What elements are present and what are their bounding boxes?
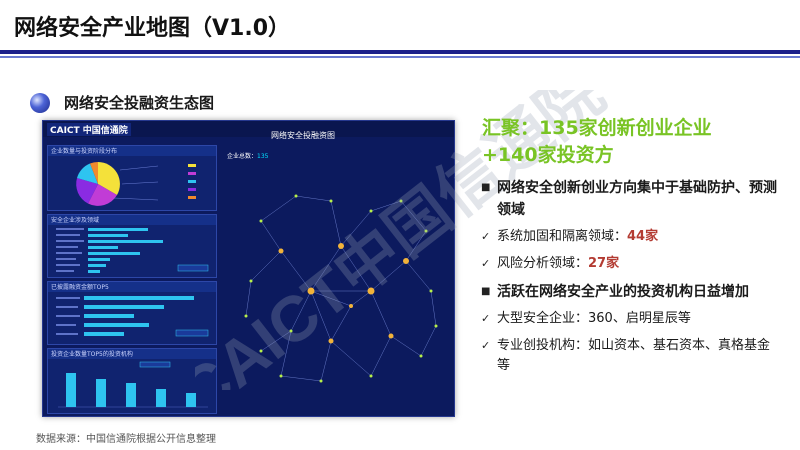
title-rule bbox=[0, 50, 800, 54]
check-icon: ✓ bbox=[481, 312, 491, 325]
network-graph bbox=[244, 194, 438, 383]
company-count-value: 135 bbox=[257, 153, 269, 160]
check-icon: ✓ bbox=[481, 257, 491, 270]
panel-title: 安全企业涉及领域 bbox=[48, 215, 216, 225]
summary-line-1: 汇聚：135家创新创业企业 bbox=[482, 117, 712, 139]
title-rule-thin bbox=[0, 56, 800, 58]
bullet-list: ■ 网络安全创新创业方向集中于基础防护、预测领域 ✓ 系统加固和隔离领域：44家… bbox=[481, 177, 781, 376]
slide-title: 网络安全产业地图（V1.0） bbox=[14, 16, 290, 41]
bullet-sub-3: ✓ 大型安全企业：360、启明星辰等 bbox=[481, 309, 781, 329]
network-graph-area: 企业总数：135 bbox=[221, 141, 451, 413]
panel-investor-top5: 投资企业数量TOP5的投资机构 bbox=[47, 348, 217, 414]
square-bullet-icon: ■ bbox=[481, 286, 491, 297]
bullet-sub-4: ✓ 专业创投机构：如山资本、基石资本、真格基金等 bbox=[481, 338, 771, 373]
panel-funding-top5: 已披露融资金额TOP5 bbox=[47, 281, 217, 345]
data-source-footer: 数据来源：中国信通院根据公开信息整理 bbox=[36, 434, 216, 445]
panel-stage-distribution: 企业数量与投资阶段分布 bbox=[47, 145, 217, 211]
bullet-main-2: ■ 活跃在网络安全产业的投资机构日益增加 bbox=[481, 281, 781, 303]
caict-logo: CAICT 中国信通院 bbox=[47, 123, 131, 136]
pie-chart-graphic bbox=[76, 162, 196, 206]
dashboard-title: 网络安全投融资图 bbox=[271, 131, 335, 140]
summary-highlight: 汇聚：135家创新创业企业 +140家投资方 bbox=[482, 115, 712, 169]
panel-title: 企业数量与投资阶段分布 bbox=[48, 146, 216, 156]
square-bullet-icon: ■ bbox=[481, 182, 491, 193]
bullet-sub-1: ✓ 系统加固和隔离领域：44家 bbox=[481, 227, 781, 247]
slide: 网络安全产业地图（V1.0） 网络安全投融资生态图 CAICT 中国信通院 网络… bbox=[0, 0, 800, 450]
panel-title: 已披露融资金额TOP5 bbox=[48, 282, 216, 292]
domain-bar-chart-graphic bbox=[56, 228, 209, 273]
sphere-bullet-icon bbox=[30, 92, 50, 113]
section-heading-text: 网络安全投融资生态图 bbox=[64, 94, 215, 112]
count-number: 44家 bbox=[627, 229, 659, 244]
summary-line-2: +140家投资方 bbox=[482, 144, 614, 166]
bullet-sub-2: ✓ 风险分析领域：27家 bbox=[481, 254, 781, 274]
dashboard-screenshot: CAICT 中国信通院 网络安全投融资图 企业数量与投资阶段分布 安全企业涉及领… bbox=[42, 120, 455, 417]
bullet-main-1: ■ 网络安全创新创业方向集中于基础防护、预测领域 bbox=[481, 177, 781, 221]
investor-column-chart-graphic bbox=[58, 361, 208, 408]
company-count-label: 企业总数：135 bbox=[227, 153, 269, 160]
funding-bar-chart-graphic bbox=[56, 296, 209, 337]
panel-title: 投资企业数量TOP5的投资机构 bbox=[48, 349, 216, 359]
check-icon: ✓ bbox=[481, 230, 491, 243]
check-icon: ✓ bbox=[481, 339, 491, 352]
section-heading: 网络安全投融资生态图 bbox=[30, 92, 214, 113]
panel-security-domains: 安全企业涉及领域 bbox=[47, 214, 217, 278]
count-number: 27家 bbox=[588, 256, 620, 271]
